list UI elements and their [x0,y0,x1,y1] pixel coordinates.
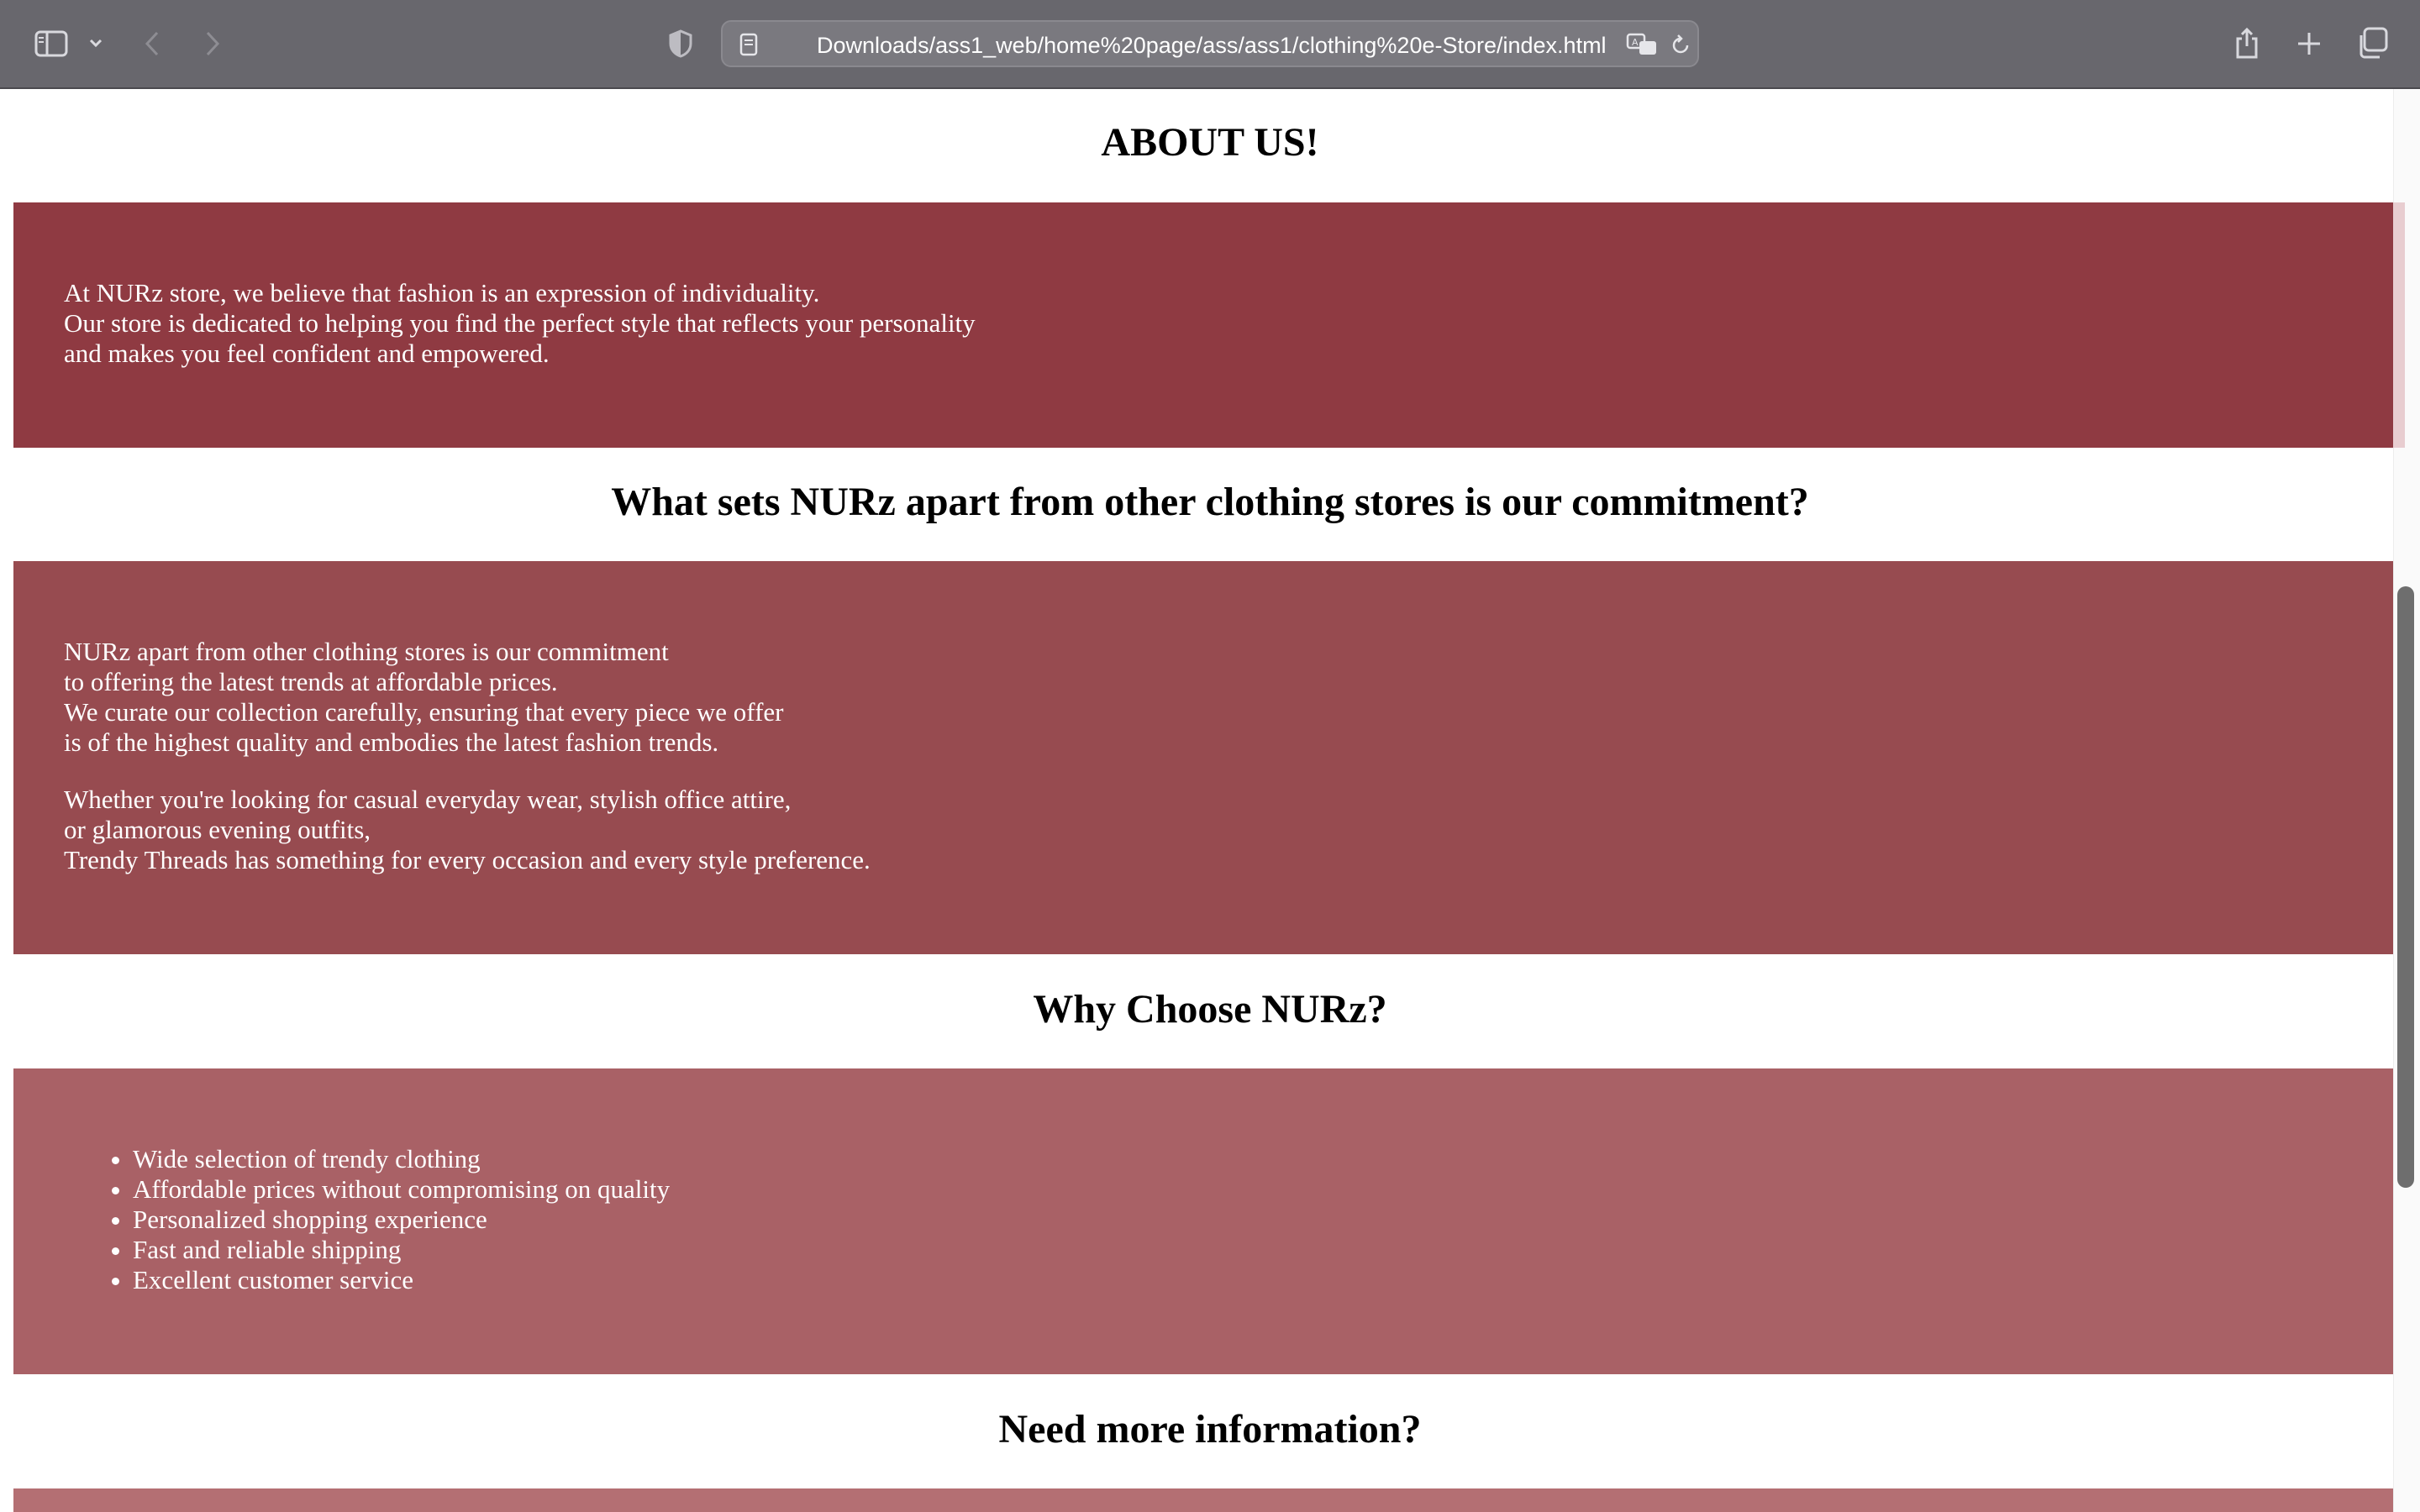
shield-icon[interactable] [664,27,697,60]
list-item: Wide selection of trendy clothing [133,1144,2393,1174]
reload-icon[interactable] [1667,32,1694,59]
commitment-section: NURz apart from other clothing stores is… [13,561,2393,954]
info-section [13,1488,2393,1512]
sidebar-icon[interactable] [32,25,71,62]
about-heading: ABOUT US! [1101,120,1319,165]
about-section: At NURz store, we believe that fashion i… [13,202,2393,448]
band-edge [2393,202,2405,448]
scrollbar-thumb[interactable] [2397,586,2414,1188]
commitment-heading: What sets NURz apart from other clothing… [611,480,1809,524]
commitment-line: Whether you're looking for casual everyd… [64,785,792,814]
commitment-line: or glamorous evening outfits, [64,815,371,844]
back-icon[interactable] [138,25,166,62]
why-section: Wide selection of trendy clothing Afford… [13,1068,2393,1374]
why-heading: Why Choose NURz? [1033,987,1387,1032]
url-text[interactable]: Downloads/ass1_web/home%20page/ass/ass1/… [817,22,1607,69]
list-item: Fast and reliable shipping [133,1235,2393,1265]
page-icon [734,30,763,59]
commitment-paragraph-2: Whether you're looking for casual everyd… [64,785,2393,875]
list-item: Personalized shopping experience [133,1205,2393,1235]
list-item: Affordable prices without compromising o… [133,1174,2393,1205]
tabs-icon[interactable] [2354,25,2390,60]
commitment-line: NURz apart from other clothing stores is… [64,637,669,666]
commitment-line: We curate our collection carefully, ensu… [64,697,784,727]
about-line: At NURz store, we believe that fashion i… [64,278,820,307]
about-line: Our store is dedicated to helping you fi… [64,308,976,338]
share-icon[interactable] [2232,24,2262,62]
about-line: and makes you feel confident and empower… [64,339,550,368]
svg-text:A: A [1632,37,1639,48]
address-bar[interactable]: Downloads/ass1_web/home%20page/ass/ass1/… [721,20,1699,67]
commitment-line: to offering the latest trends at afforda… [64,667,558,696]
browser-toolbar: Downloads/ass1_web/home%20page/ass/ass1/… [0,0,2420,89]
translate-icon[interactable]: A [1625,30,1660,59]
chevron-down-icon[interactable] [84,30,108,55]
info-heading: Need more information? [998,1407,1422,1452]
why-list: Wide selection of trendy clothing Afford… [64,1144,2393,1295]
list-item: Excellent customer service [133,1265,2393,1295]
plus-icon[interactable] [2292,27,2326,60]
forward-icon[interactable] [198,25,227,62]
commitment-line: Trendy Threads has something for every o… [64,845,871,874]
about-text: At NURz store, we believe that fashion i… [64,278,2393,369]
commitment-paragraph-1: NURz apart from other clothing stores is… [64,637,2393,758]
commitment-line: is of the highest quality and embodies t… [64,727,719,757]
